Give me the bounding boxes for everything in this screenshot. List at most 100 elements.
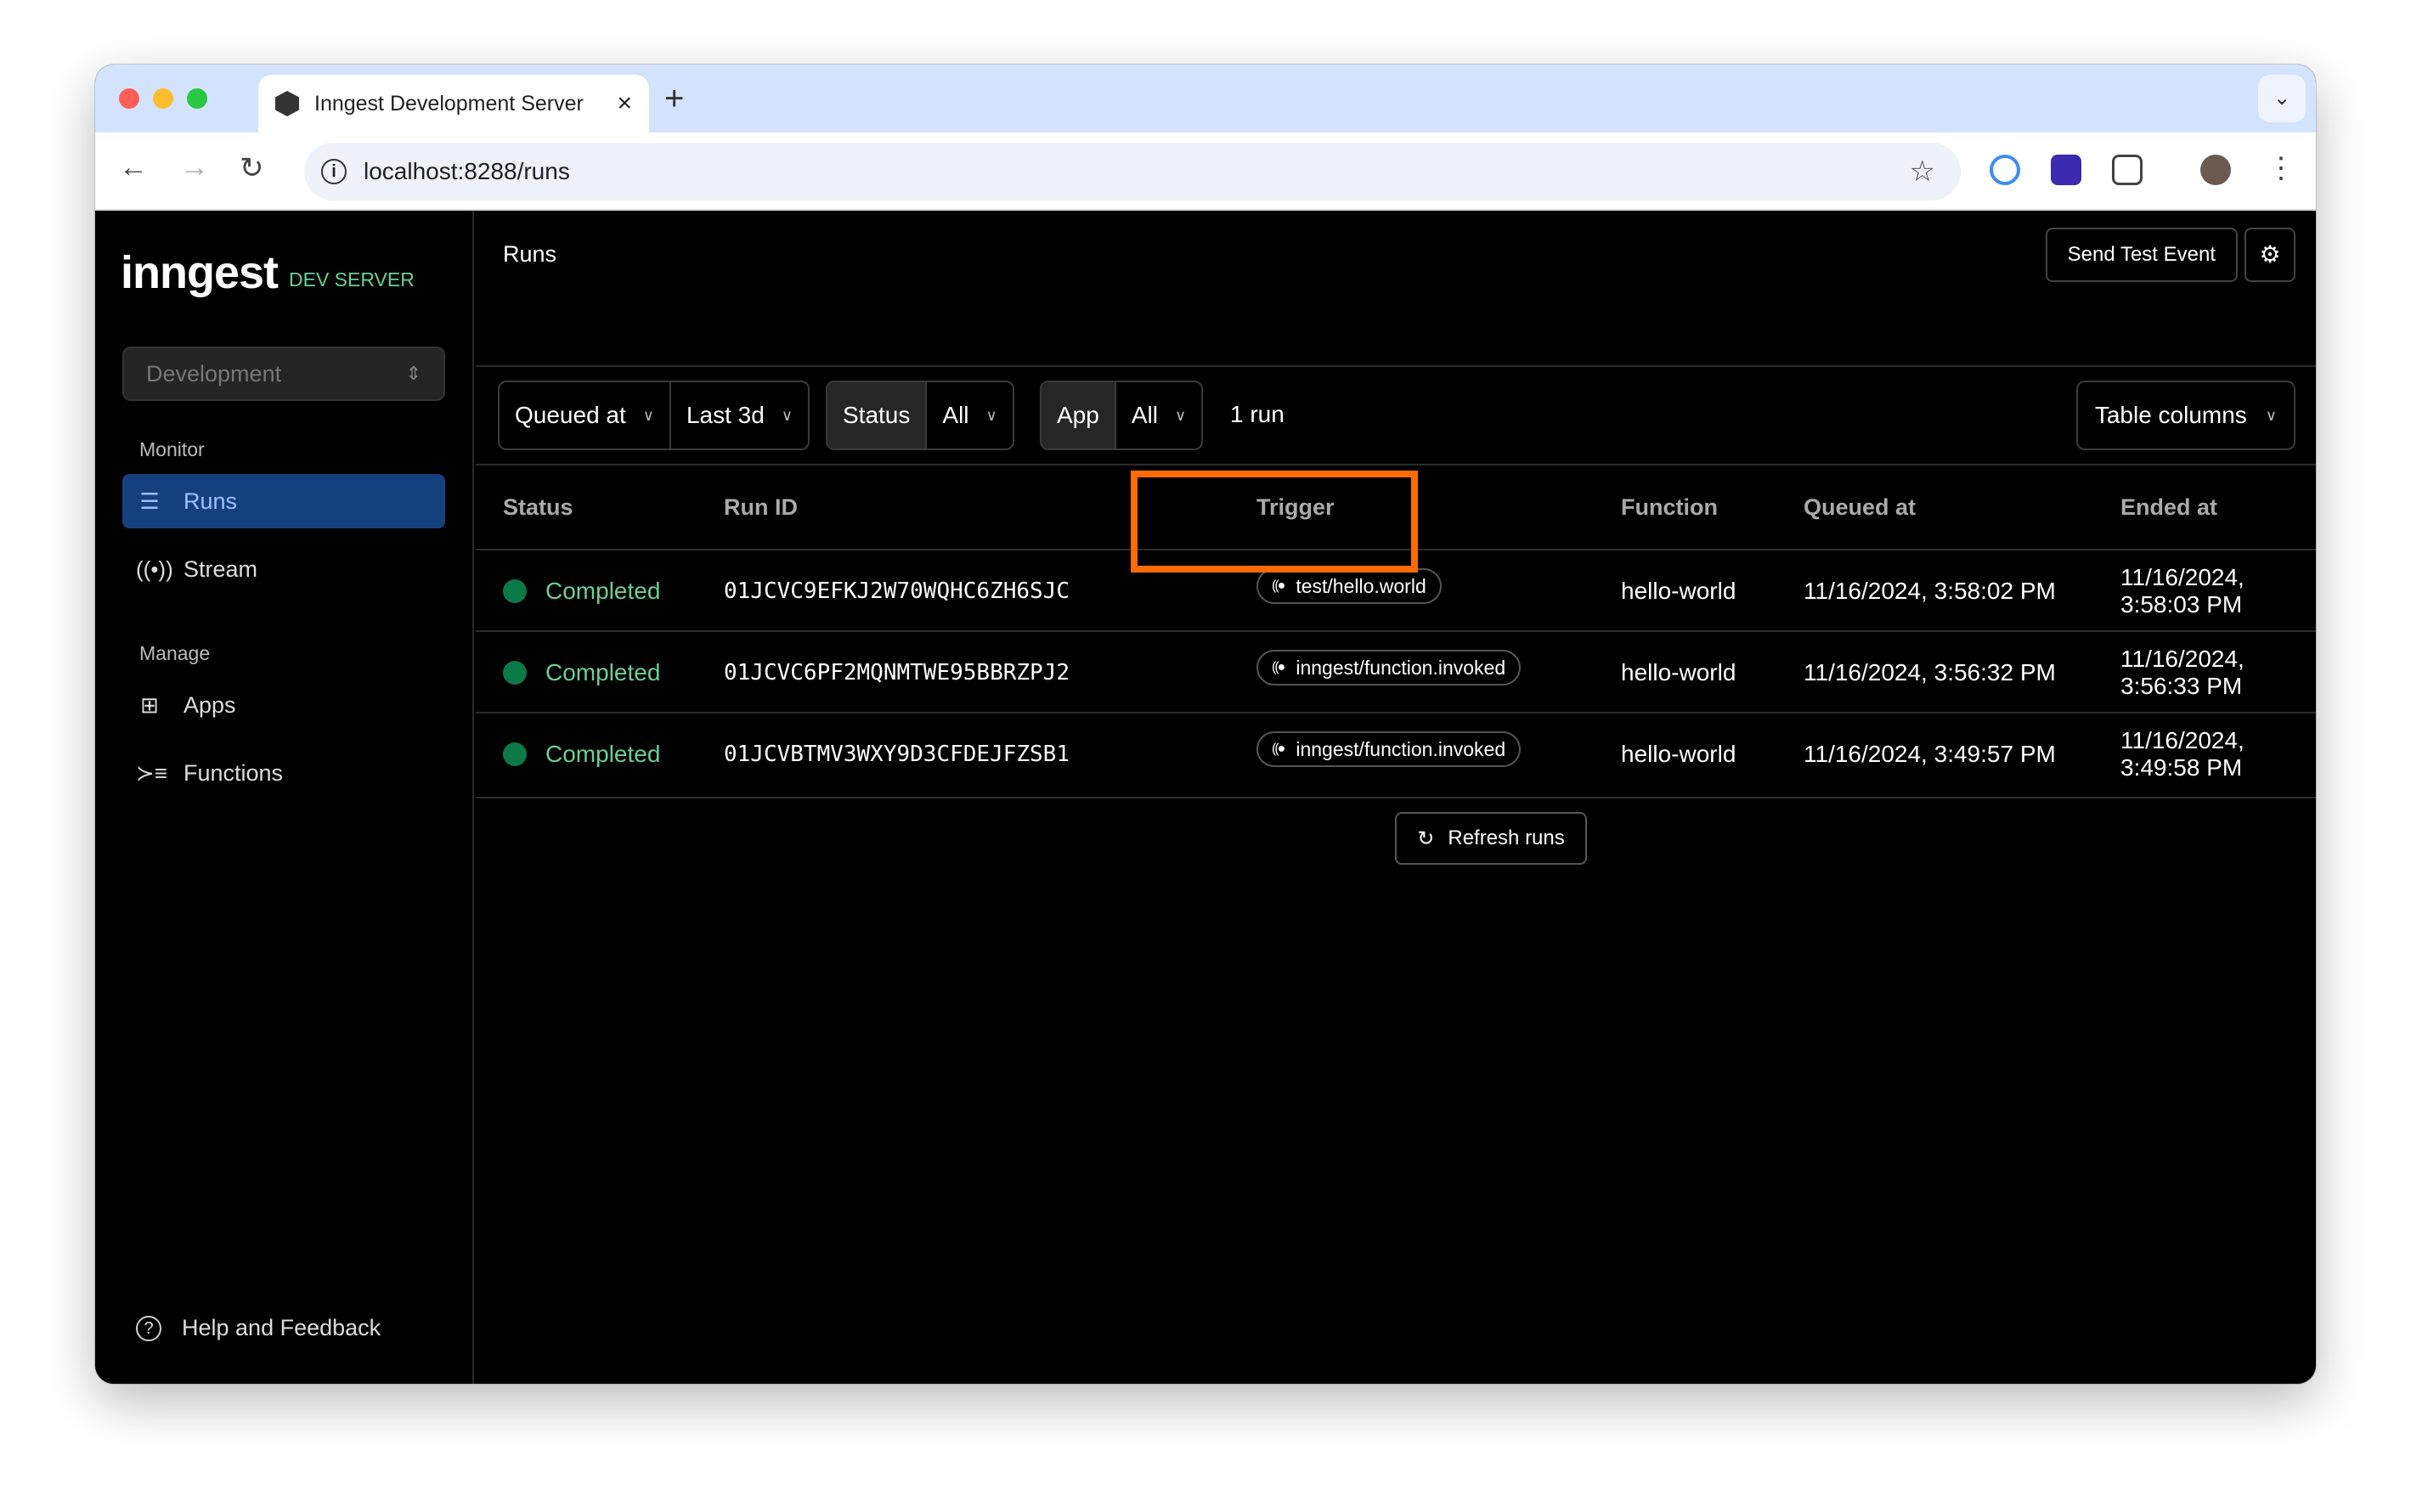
minimize-window-button[interactable] (153, 88, 173, 109)
time-range-select[interactable]: Last 3d ∨ (669, 382, 808, 449)
completed-status-dot-icon (503, 742, 527, 766)
new-tab-icon[interactable]: + (664, 80, 684, 118)
function-cell: hello-world (1621, 741, 1736, 767)
status-cell: Completed (503, 632, 660, 714)
forward-icon[interactable]: → (180, 151, 209, 184)
chevron-down-icon: ∨ (642, 406, 654, 424)
trigger-pill[interactable]: ((● test/hello.world (1256, 568, 1442, 604)
help-label: Help and Feedback (182, 1315, 381, 1340)
app-filter-select[interactable]: All ∨ (1116, 382, 1201, 449)
inngest-app: inngest DEV SERVER Development ⇕ Monitor … (95, 211, 2316, 1384)
password-extension-icon[interactable] (1990, 155, 2020, 185)
browser-menu-icon[interactable]: ⋮ (2267, 151, 2295, 185)
sidebar-item-label: Stream (184, 556, 258, 582)
page-title: Runs (503, 241, 557, 267)
sidebar-item-functions[interactable]: ≻≡ Functions (122, 746, 445, 800)
refresh-runs-button[interactable]: ↻ Refresh runs (1395, 812, 1587, 865)
status-filter: Status All ∨ (826, 381, 1014, 450)
completed-status-dot-icon (503, 661, 527, 685)
status-text: Completed (545, 578, 661, 604)
highlight-annotation-box (1131, 471, 1418, 573)
divider (476, 797, 2316, 798)
status-text: Completed (545, 741, 661, 767)
table-row[interactable]: Completed 01JCVBTMV3WXY9D3CFDEJFZSB1 ((●… (476, 714, 2316, 795)
sidebar-item-runs[interactable]: ☰ Runs (122, 474, 445, 528)
send-test-event-button[interactable]: Send Test Event (2045, 228, 2238, 282)
chevron-down-icon: ∨ (2265, 406, 2277, 424)
updown-chevron-icon: ⇕ (405, 363, 421, 384)
table-columns-button[interactable]: Table columns ∨ (2075, 381, 2295, 450)
run-count: 1 run (1230, 401, 1285, 427)
chevron-down-icon: ∨ (1174, 406, 1187, 424)
main-content: Runs Send Test Event ⚙ Queued at ∨ Last 3… (476, 211, 2316, 1384)
column-header-ended-at[interactable]: Ended at (2120, 494, 2217, 521)
table-row[interactable]: Completed 01JCVC6PF2MQNMTWE95BBRZPJ2 ((●… (476, 632, 2316, 714)
column-header-status[interactable]: Status (503, 494, 573, 521)
sidebar: inngest DEV SERVER Development ⇕ Monitor … (95, 211, 474, 1384)
app-filter-label: App (1042, 382, 1116, 449)
close-window-button[interactable] (119, 88, 139, 109)
status-filter-value: All (942, 402, 969, 428)
queued-at-cell: 11/16/2024, 3:49:57 PM (1804, 741, 2056, 767)
refresh-icon: ↻ (1417, 827, 1435, 850)
apps-grid-icon: ⊞ (140, 691, 159, 718)
tab-title: Inngest Development Server (314, 91, 584, 116)
inngest-logo[interactable]: inngest (121, 246, 279, 299)
url-bar[interactable]: i localhost:8288/runs ☆ (304, 143, 1961, 200)
column-header-run-id[interactable]: Run ID (724, 494, 798, 521)
browser-window: Inngest Development Server × + ⌄ ← → ↻ i… (95, 65, 2316, 1384)
run-id-cell: 01JCVBTMV3WXY9D3CFDEJFZSB1 (724, 742, 1070, 767)
settings-gear-icon[interactable]: ⚙ (2244, 228, 2295, 282)
status-cell: Completed (503, 550, 660, 632)
help-circle-icon: ? (136, 1315, 161, 1341)
site-info-icon[interactable]: i (321, 159, 347, 184)
bookmark-star-icon[interactable]: ☆ (1910, 155, 1935, 189)
ended-at-cell: 11/16/2024, 3:58:03 PM (2120, 564, 2244, 618)
maximize-window-button[interactable] (187, 88, 207, 109)
sidebar-item-label: Apps (184, 691, 236, 718)
run-id-cell: 01JCVC6PF2MQNMTWE95BBRZPJ2 (724, 660, 1070, 685)
time-field-value: Queued at (515, 402, 626, 428)
sidebar-item-stream[interactable]: ((•)) Stream (122, 542, 445, 596)
column-header-queued-at[interactable]: Queued at (1804, 494, 1916, 521)
sidebar-item-label: Functions (184, 759, 284, 786)
manage-section-label: Manage (139, 642, 211, 664)
trigger-pill[interactable]: ((● inngest/function.invoked (1256, 650, 1522, 685)
environment-value: Development (146, 361, 282, 386)
browser-tab[interactable]: Inngest Development Server × (258, 75, 649, 133)
time-field-select[interactable]: Queued at ∨ (500, 382, 669, 449)
help-and-feedback-link[interactable]: ? Help and Feedback (136, 1315, 381, 1341)
back-icon[interactable]: ← (119, 151, 148, 184)
tab-search-chevron-icon[interactable]: ⌄ (2258, 75, 2306, 122)
trigger-text: test/hello.world (1296, 574, 1426, 597)
time-filter: Queued at ∨ Last 3d ∨ (498, 381, 810, 450)
monitor-section-label: Monitor (139, 438, 205, 460)
extensions-puzzle-icon[interactable] (2112, 155, 2143, 185)
divider (476, 365, 2316, 367)
trigger-text: inngest/function.invoked (1296, 737, 1506, 760)
status-filter-label: Status (827, 382, 928, 449)
event-signal-icon: ((● (1272, 578, 1285, 593)
reload-icon[interactable]: ↻ (240, 151, 264, 185)
divider (476, 464, 2316, 465)
trigger-cell: ((● inngest/function.invoked (1256, 714, 1522, 795)
app-filter: App All ∨ (1040, 381, 1204, 450)
profile-avatar[interactable] (2200, 155, 2231, 185)
environment-select[interactable]: Development ⇕ (122, 347, 445, 401)
functions-list-icon: ≻≡ (136, 759, 167, 786)
extension-icon[interactable] (2051, 155, 2081, 185)
close-tab-icon[interactable]: × (617, 89, 632, 118)
url-text[interactable]: localhost:8288/runs (364, 158, 570, 185)
queued-at-cell: 11/16/2024, 3:56:32 PM (1804, 659, 2056, 685)
trigger-pill[interactable]: ((● inngest/function.invoked (1256, 731, 1522, 767)
column-header-function[interactable]: Function (1621, 494, 1718, 521)
trigger-text: inngest/function.invoked (1296, 656, 1506, 679)
queued-at-cell: 11/16/2024, 3:58:02 PM (1804, 578, 2056, 604)
time-range-value: Last 3d (686, 402, 765, 428)
sidebar-item-apps[interactable]: ⊞ Apps (122, 678, 445, 732)
completed-status-dot-icon (503, 579, 527, 603)
function-cell: hello-world (1621, 659, 1736, 685)
status-text: Completed (545, 659, 661, 685)
status-filter-select[interactable]: All ∨ (927, 382, 1012, 449)
app-filter-value: All (1131, 402, 1158, 428)
